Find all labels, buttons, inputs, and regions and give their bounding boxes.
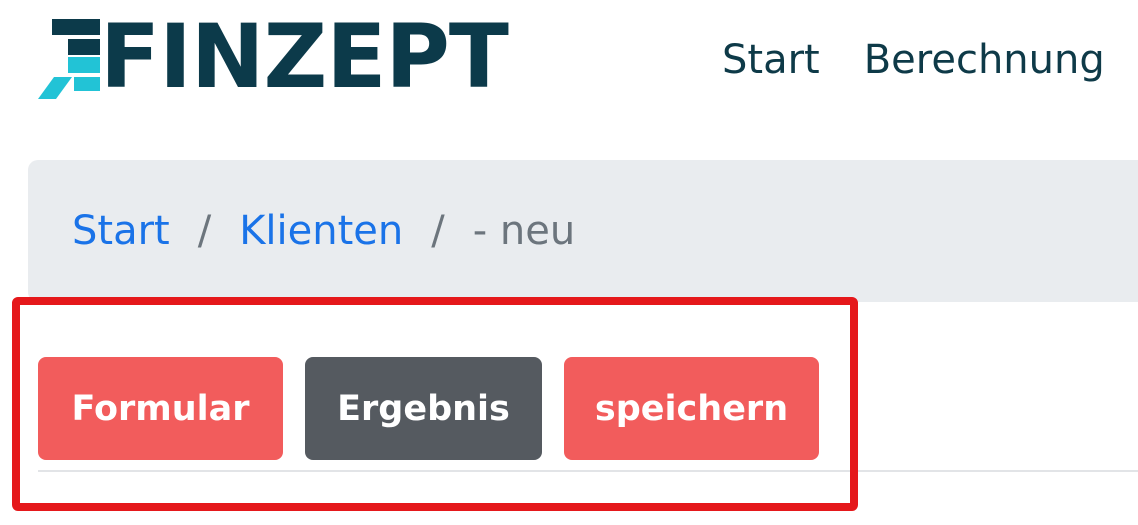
breadcrumb-separator: / (197, 208, 212, 254)
top-navigation: Start Berechnung (722, 36, 1105, 84)
logo-mark-icon (38, 15, 100, 99)
nav-item-berechnung[interactable]: Berechnung (864, 36, 1105, 84)
breadcrumb-item-klienten[interactable]: Klienten (239, 208, 403, 254)
finzept-logo[interactable]: FINZEPT (38, 5, 509, 108)
page: FINZEPT Start Berechnung Start / Kliente… (0, 0, 1138, 525)
nav-item-start[interactable]: Start (722, 36, 820, 84)
divider (38, 470, 1138, 472)
breadcrumb-separator: / (431, 208, 445, 254)
logo-wordmark: FINZEPT (100, 5, 509, 108)
speichern-button[interactable]: speichern (564, 357, 819, 460)
breadcrumb-item-start[interactable]: Start (72, 208, 170, 254)
ergebnis-button[interactable]: Ergebnis (305, 357, 542, 460)
action-button-group: Formular Ergebnis speichern (38, 357, 819, 460)
breadcrumb: Start / Klienten / - neu (28, 160, 1138, 302)
formular-button[interactable]: Formular (38, 357, 283, 460)
breadcrumb-current: - neu (472, 208, 576, 254)
